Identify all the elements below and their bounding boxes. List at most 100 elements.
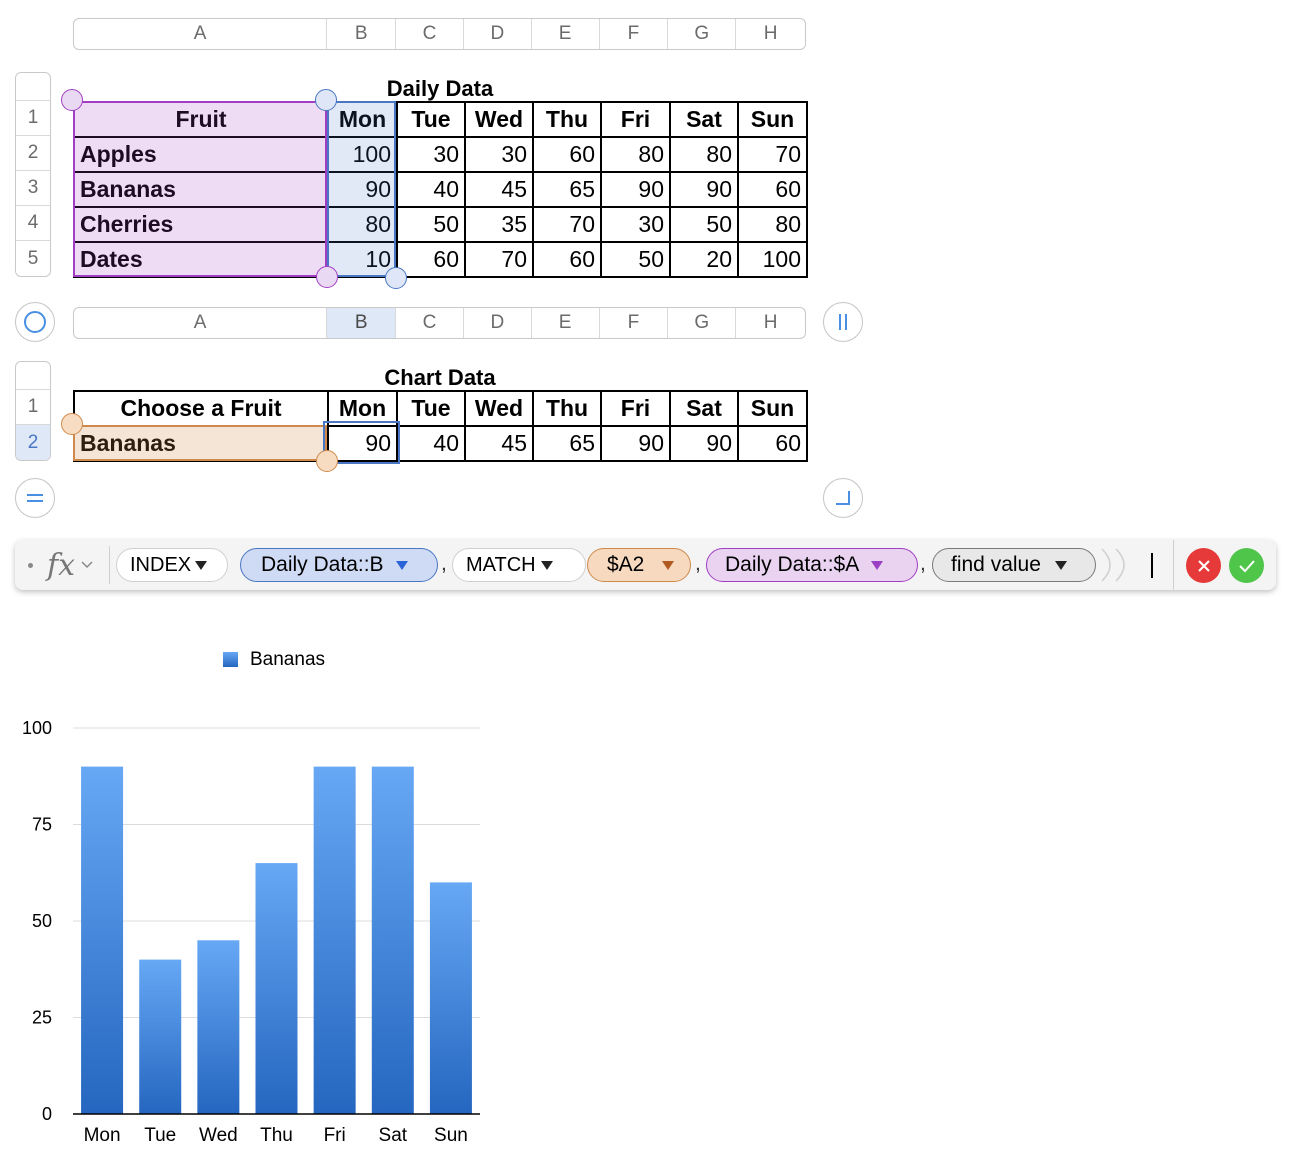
row-header-2[interactable]: 2 (16, 425, 50, 460)
selection-handle-orange-top[interactable] (61, 413, 83, 435)
value-cell[interactable]: 30 (600, 206, 671, 243)
column-header-d[interactable]: D (464, 19, 532, 49)
column-header-bar-chart[interactable]: ABCDEFGH (73, 307, 806, 339)
value-cell[interactable]: 50 (669, 206, 739, 243)
value-cell[interactable]: 60 (532, 241, 602, 278)
value-cell[interactable]: 30 (396, 136, 466, 173)
value-cell[interactable]: 80 (600, 136, 671, 173)
value-cell[interactable]: 80 (669, 136, 739, 173)
selection-handle-purple-bottom[interactable] (316, 266, 338, 288)
value-cell[interactable]: 70 (532, 206, 602, 243)
placeholder-token-find-value[interactable]: find value (932, 548, 1096, 582)
value-cell[interactable]: 35 (464, 206, 534, 243)
column-header-b[interactable]: B (327, 308, 397, 338)
value-cell[interactable]: 60 (737, 171, 808, 208)
header-cell[interactable]: Thu (532, 390, 602, 427)
row-header-bar-chart[interactable]: 12 (15, 361, 51, 461)
header-cell[interactable]: Fri (600, 101, 671, 138)
formula-editor[interactable]: fx INDEX Daily Data::B , MATCH $A2 , Dai… (15, 540, 1276, 590)
header-cell[interactable]: Sun (737, 101, 808, 138)
value-cell[interactable]: 90 (600, 171, 671, 208)
selection-handle-orange-bottom[interactable] (316, 450, 338, 472)
value-cell[interactable]: 80 (737, 206, 808, 243)
value-cell[interactable]: 40 (396, 171, 466, 208)
value-cell[interactable]: 70 (464, 241, 534, 278)
column-header-h[interactable]: H (736, 308, 805, 338)
value-cell[interactable]: 50 (600, 241, 671, 278)
table-select-circle-button[interactable] (15, 302, 55, 342)
row-header-5[interactable]: 5 (16, 241, 50, 276)
header-cell[interactable]: Sat (669, 390, 739, 427)
header-cell[interactable]: Wed (464, 390, 534, 427)
value-cell[interactable]: 45 (464, 171, 534, 208)
column-header-a[interactable]: A (74, 308, 328, 338)
value-cell[interactable]: 60 (737, 425, 808, 462)
header-cell[interactable]: Sat (669, 101, 739, 138)
value-cell[interactable]: 20 (669, 241, 739, 278)
value-cell[interactable]: 50 (396, 206, 466, 243)
value-cell[interactable]: 45 (464, 425, 534, 462)
value-cell[interactable]: 90 (669, 171, 739, 208)
bar-fri[interactable] (313, 766, 356, 1114)
header-cell[interactable]: Sun (737, 390, 808, 427)
selection-range-mon-column[interactable] (327, 101, 396, 277)
bar-sat[interactable] (371, 766, 414, 1114)
resize-table-button[interactable] (823, 478, 863, 518)
selection-range-fruit-column[interactable] (73, 101, 327, 277)
value-cell[interactable]: 30 (464, 136, 534, 173)
value-cell[interactable]: 40 (396, 425, 466, 462)
bar-thu[interactable] (255, 863, 298, 1114)
bar-mon[interactable] (81, 766, 124, 1114)
header-cell[interactable]: Choose a Fruit (73, 390, 329, 427)
header-cell[interactable]: Tue (396, 390, 466, 427)
column-header-b[interactable]: B (327, 19, 397, 49)
column-header-f[interactable]: F (600, 19, 669, 49)
value-cell[interactable]: 65 (532, 171, 602, 208)
selection-handle-purple-top[interactable] (61, 89, 83, 111)
function-token-index[interactable]: INDEX (116, 548, 228, 582)
column-header-e[interactable]: E (532, 19, 600, 49)
value-cell[interactable]: 70 (737, 136, 808, 173)
accept-button[interactable] (1229, 548, 1264, 583)
column-header-g[interactable]: G (668, 308, 737, 338)
header-cell[interactable]: Tue (396, 101, 466, 138)
value-cell[interactable]: 90 (600, 425, 671, 462)
row-header-1[interactable]: 1 (16, 390, 50, 425)
row-header-1[interactable]: 1 (16, 101, 50, 136)
reference-token-daily-data-b[interactable]: Daily Data::B (240, 548, 438, 582)
function-token-match[interactable]: MATCH (452, 548, 586, 582)
row-header-bar-daily[interactable]: 12345 (15, 72, 51, 277)
column-header-a[interactable]: A (74, 19, 328, 49)
bar-wed[interactable] (197, 940, 240, 1114)
reference-token-a2[interactable]: $A2 (587, 548, 691, 582)
reference-token-daily-data-a[interactable]: Daily Data::$A (706, 548, 918, 582)
column-header-h[interactable]: H (736, 19, 805, 49)
selection-handle-blue-top[interactable] (315, 89, 337, 111)
value-cell[interactable]: 60 (396, 241, 466, 278)
column-header-bar-daily[interactable]: ABCDEFGH (73, 18, 806, 50)
row-header-2[interactable]: 2 (16, 136, 50, 171)
column-header-c[interactable]: C (396, 19, 464, 49)
row-header-corner[interactable] (16, 362, 50, 390)
column-header-d[interactable]: D (464, 308, 532, 338)
column-header-g[interactable]: G (668, 19, 737, 49)
header-cell[interactable]: Thu (532, 101, 602, 138)
value-cell[interactable]: 90 (669, 425, 739, 462)
row-header-4[interactable]: 4 (16, 206, 50, 241)
cancel-button[interactable] (1186, 548, 1221, 583)
bar-sun[interactable] (429, 882, 472, 1114)
column-header-e[interactable]: E (532, 308, 600, 338)
row-header-3[interactable]: 3 (16, 171, 50, 206)
header-cell[interactable]: Wed (464, 101, 534, 138)
row-header-corner[interactable] (16, 73, 50, 101)
value-cell[interactable]: 60 (532, 136, 602, 173)
add-column-button[interactable] (823, 302, 863, 342)
value-cell[interactable]: 65 (532, 425, 602, 462)
bar-chart[interactable]: Bananas 0 25 50 75 100 Mon Tue Wed Thu Fri Sat Sun (0, 630, 520, 1166)
column-header-f[interactable]: F (600, 308, 669, 338)
selection-handle-blue-bottom[interactable] (385, 267, 407, 289)
column-header-c[interactable]: C (396, 308, 464, 338)
value-cell[interactable]: 100 (737, 241, 808, 278)
bar-tue[interactable] (139, 959, 182, 1114)
header-cell[interactable]: Fri (600, 390, 671, 427)
